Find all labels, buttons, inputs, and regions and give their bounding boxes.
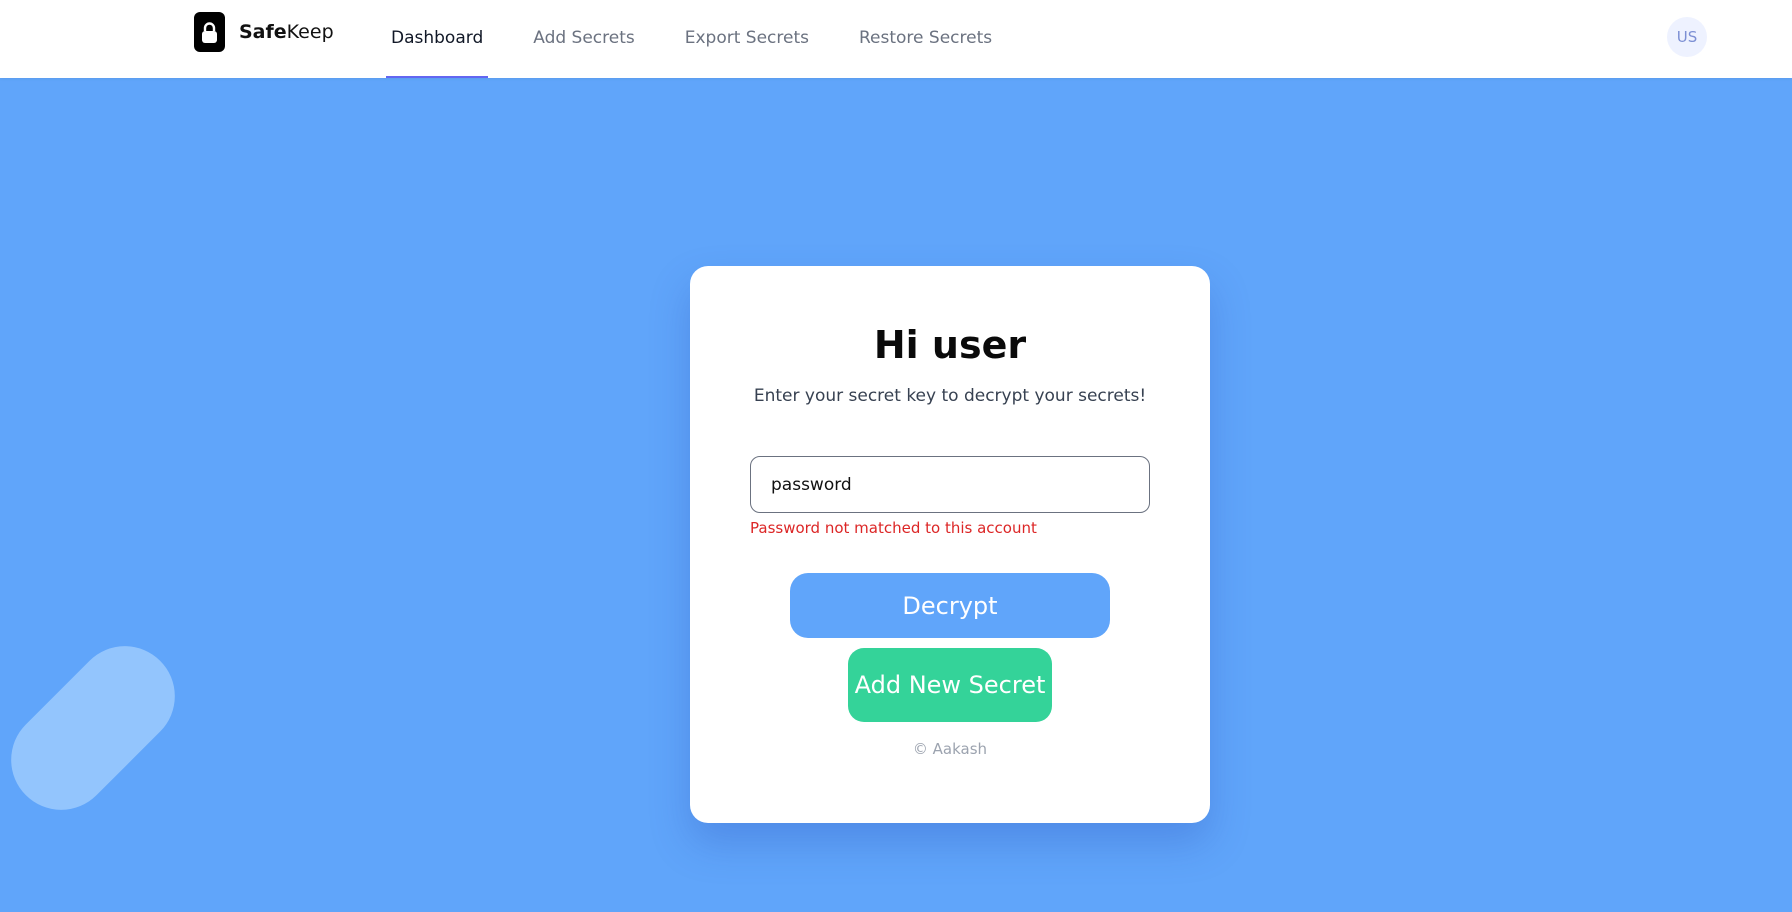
decorative-pill (0, 625, 196, 831)
lock-icon (194, 12, 225, 52)
nav-restore-secrets[interactable]: Restore Secrets (854, 0, 997, 78)
nav-add-secrets[interactable]: Add Secrets (528, 0, 640, 78)
card-subtitle: Enter your secret key to decrypt your se… (753, 386, 1147, 406)
user-avatar[interactable]: US (1667, 17, 1707, 57)
nav-dashboard[interactable]: Dashboard (386, 0, 489, 78)
decrypt-button[interactable]: Decrypt (790, 573, 1110, 638)
card-title: Hi user (873, 323, 1027, 367)
nav-links: Dashboard Add Secrets Export Secrets Res… (386, 0, 1037, 78)
nav-export-secrets[interactable]: Export Secrets (680, 0, 814, 78)
top-navbar: SafeKeep Dashboard Add Secrets Export Se… (0, 0, 1792, 78)
add-new-secret-button[interactable]: Add New Secret (848, 648, 1052, 722)
decrypt-card: Hi user Enter your secret key to decrypt… (690, 266, 1210, 823)
brand-name: SafeKeep (239, 21, 334, 43)
error-message: Password not matched to this account (750, 519, 1037, 537)
copyright-text: © Aakash (912, 740, 988, 758)
secret-key-input[interactable] (750, 456, 1150, 513)
brand-logo-link[interactable]: SafeKeep (194, 12, 334, 52)
